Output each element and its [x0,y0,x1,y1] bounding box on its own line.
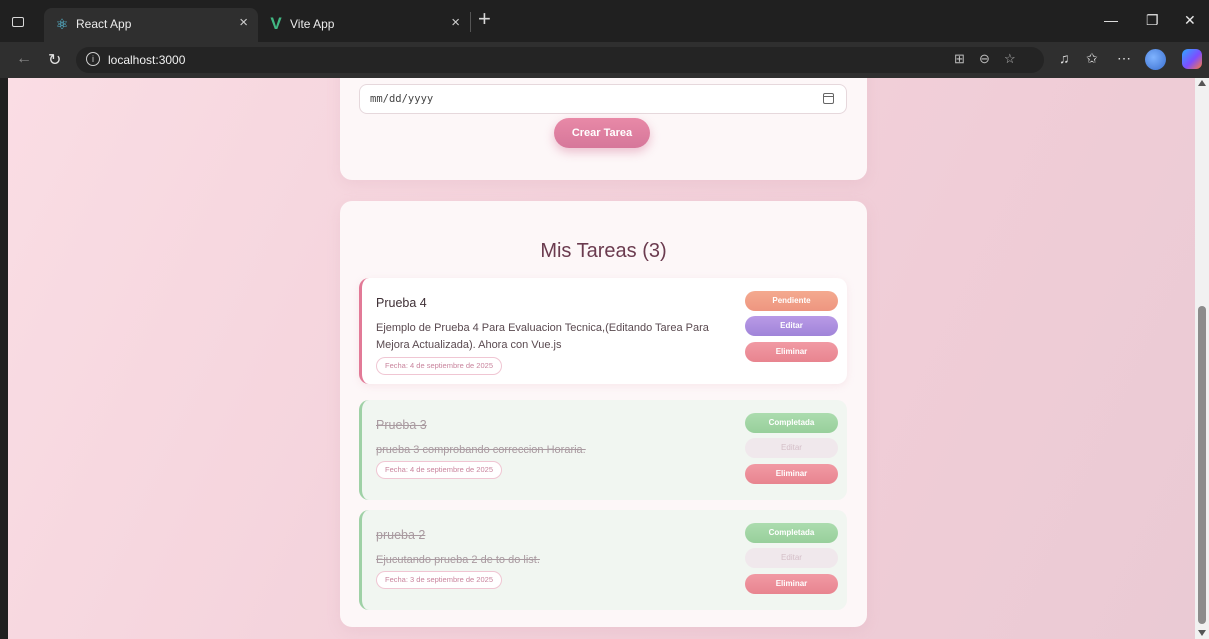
delete-task-button[interactable]: Eliminar [745,574,838,594]
task-description: Ejemplo de Prueba 4 Para Evaluacion Tecn… [376,322,709,351]
read-aloud-icon[interactable]: ♫ [1059,50,1070,66]
edit-task-button-disabled: Editar [745,548,838,568]
tab-divider [470,12,471,32]
address-bar[interactable]: i localhost:3000 ⊞ ⊖ ☆ [76,47,1044,73]
tab-vite-app[interactable]: V Vite App × [258,8,470,42]
task-date-badge: Fecha: 4 de septiembre de 2025 [376,357,502,375]
page-scrollbar[interactable] [1195,78,1209,639]
close-tab-icon[interactable]: × [239,14,248,31]
reload-icon[interactable]: ↻ [48,50,61,70]
site-info-icon[interactable]: i [86,52,100,66]
task-item: prueba 2 Ejucutando prueba 2 de to do li… [359,510,847,610]
tab-react-app[interactable]: ⚛ React App × [44,8,258,42]
delete-task-button[interactable]: Eliminar [745,464,838,484]
tab-title: Vite App [290,17,335,31]
tab-title: React App [76,17,132,31]
status-completed-button[interactable]: Completada [745,523,838,543]
task-description: prueba 3 comprobando correccion Horaria. [376,444,586,456]
sidebar-toggle-icon[interactable] [12,17,24,27]
task-date-badge: Fecha: 4 de septiembre de 2025 [376,461,502,479]
close-tab-icon[interactable]: × [451,14,460,31]
zoom-icon[interactable]: ⊖ [979,51,990,67]
minimize-icon[interactable]: — [1104,12,1118,28]
create-task-button[interactable]: Crear Tarea [554,118,650,148]
calendar-icon[interactable] [823,93,834,104]
profile-avatar[interactable] [1145,49,1166,70]
window-close-icon[interactable]: ✕ [1184,12,1196,29]
restore-icon[interactable]: ❐ [1146,12,1159,29]
react-logo-icon: ⚛ [55,16,69,32]
date-input[interactable]: mm/dd/yyyy [359,84,847,114]
scroll-up-arrow-icon[interactable] [1198,80,1206,86]
status-pending-button[interactable]: Pendiente [745,291,838,311]
date-input-value: mm/dd/yyyy [370,93,434,105]
delete-task-button[interactable]: Eliminar [745,342,838,362]
task-list-card: Mis Tareas (3) Prueba 4 Ejemplo de Prueb… [340,201,867,627]
task-title: Prueba 4 [376,296,427,310]
favorites-icon[interactable]: ✩ [1086,50,1098,67]
browser-tab-bar: ⚛ React App × V Vite App × + — ❐ ✕ [0,0,1209,42]
scrollbar-thumb[interactable] [1198,306,1206,624]
new-tab-icon[interactable]: + [478,6,491,32]
task-item: Prueba 3 prueba 3 comprobando correccion… [359,400,847,500]
page-viewport: mm/dd/yyyy Crear Tarea Mis Tareas (3) Pr… [8,78,1195,639]
task-item: Prueba 4 Ejemplo de Prueba 4 Para Evalua… [359,278,847,384]
address-toolbar: ← ↻ i localhost:3000 ⊞ ⊖ ☆ ♫ ✩ ⋯ [0,42,1209,78]
copilot-icon[interactable] [1182,49,1202,69]
url-text: localhost:3000 [108,53,186,67]
status-completed-button[interactable]: Completada [745,413,838,433]
edit-task-button[interactable]: Editar [745,316,838,336]
scroll-down-arrow-icon[interactable] [1198,630,1206,636]
task-form-card: mm/dd/yyyy Crear Tarea [340,78,867,180]
task-description: Ejucutando prueba 2 de to do list. [376,554,540,566]
vue-logo-icon: V [270,14,282,33]
favorite-star-icon[interactable]: ☆ [1004,51,1016,67]
more-options-icon[interactable]: ⋯ [1117,50,1131,67]
task-date-badge: Fecha: 3 de septiembre de 2025 [376,571,502,589]
edit-task-button-disabled: Editar [745,438,838,458]
task-title: prueba 2 [376,528,426,542]
task-list-title: Mis Tareas (3) [540,240,667,262]
back-arrow-icon[interactable]: ← [16,50,32,68]
split-screen-icon[interactable]: ⊞ [954,51,965,67]
task-title: Prueba 3 [376,418,427,432]
